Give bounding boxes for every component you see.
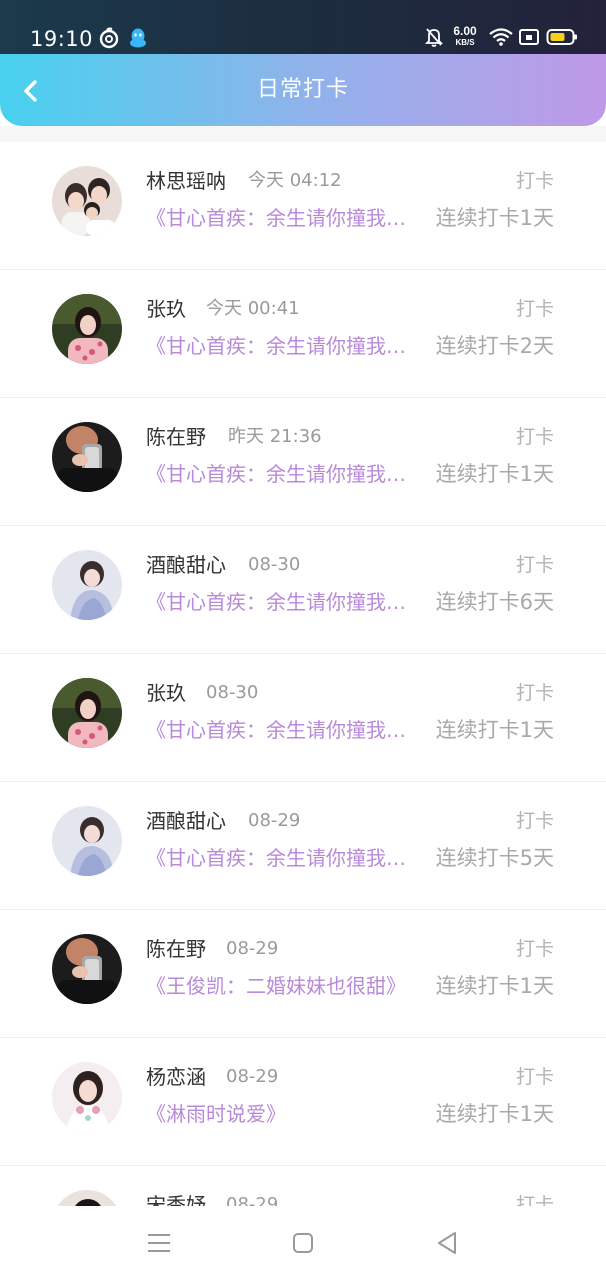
app-screen: 19:10 6.00 KB/S 日常打卡 林思瑶呐 今天 04:12 打卡 《甘…	[0, 0, 606, 1280]
user-name: 陈在野	[146, 937, 206, 961]
user-name: 陈在野	[146, 425, 206, 449]
checkin-time: 08-30	[206, 682, 259, 703]
app-header: 日常打卡	[0, 54, 606, 126]
system-nav-bar	[0, 1206, 606, 1280]
streak-count: 连续打卡5天	[435, 846, 554, 870]
screen-cast-icon	[518, 27, 540, 51]
checkin-list[interactable]: 林思瑶呐 今天 04:12 打卡 《甘心首疾：余生请你撞我… 连续打卡1天 张玖…	[0, 126, 606, 1206]
user-avatar[interactable]	[52, 678, 122, 748]
checkin-row[interactable]: 陈在野 昨天 21:36 打卡 《甘心首疾：余生请你撞我… 连续打卡1天	[0, 398, 606, 526]
user-avatar[interactable]	[52, 294, 122, 364]
checkin-time: 08-30	[248, 554, 301, 575]
home-square-icon[interactable]	[288, 1228, 318, 1258]
book-title[interactable]: 《甘心首疾：余生请你撞我…	[146, 844, 418, 872]
checkin-time: 昨天 21:36	[228, 426, 322, 447]
user-name: 林思瑶呐	[146, 169, 226, 193]
streak-count: 连续打卡1天	[435, 1102, 554, 1126]
checkin-label: 打卡	[515, 298, 554, 320]
book-title[interactable]: 《甘心首疾：余生请你撞我…	[146, 460, 418, 488]
user-name: 杨恋涵	[146, 1065, 206, 1089]
book-title[interactable]: 《甘心首疾：余生请你撞我…	[146, 204, 418, 232]
checkin-row[interactable]: 张玖 今天 00:41 打卡 《甘心首疾：余生请你撞我… 连续打卡2天	[0, 270, 606, 398]
book-title[interactable]: 《淋雨时说爱》	[146, 1100, 418, 1128]
streak-count: 连续打卡1天	[435, 206, 554, 230]
user-avatar[interactable]	[52, 422, 122, 492]
checkin-label: 打卡	[515, 1194, 554, 1206]
checkin-row[interactable]: 酒酿甜心 08-30 打卡 《甘心首疾：余生请你撞我… 连续打卡6天	[0, 526, 606, 654]
user-avatar[interactable]	[52, 806, 122, 876]
checkin-time: 08-29	[226, 938, 279, 959]
user-name: 张玖	[146, 681, 186, 705]
checkin-time: 今天 04:12	[248, 170, 342, 191]
page-title: 日常打卡	[256, 77, 349, 102]
qq-icon	[127, 27, 149, 49]
book-title[interactable]: 《甘心首疾：余生请你撞我…	[146, 332, 418, 360]
user-avatar[interactable]	[52, 934, 122, 1004]
book-title[interactable]: 《甘心首疾：余生请你撞我…	[146, 716, 418, 744]
net-speed-value: 6.00	[453, 24, 477, 38]
book-title[interactable]: 《甘心首疾：余生请你撞我…	[146, 588, 418, 616]
status-time: 19:10	[30, 27, 94, 51]
streak-count: 连续打卡1天	[435, 974, 554, 998]
checkin-label: 打卡	[515, 426, 554, 448]
wifi-icon	[488, 27, 514, 51]
back-triangle-icon[interactable]	[432, 1228, 462, 1258]
checkin-label: 打卡	[515, 810, 554, 832]
checkin-label: 打卡	[515, 170, 554, 192]
checkin-time: 08-29	[226, 1066, 279, 1087]
user-avatar[interactable]	[52, 1190, 122, 1206]
checkin-label: 打卡	[515, 682, 554, 704]
netease-cloud-music-icon	[98, 27, 120, 49]
user-avatar[interactable]	[52, 1062, 122, 1132]
checkin-time: 08-29	[226, 1194, 279, 1206]
checkin-row[interactable]: 宋季妤 08-29 打卡	[0, 1166, 606, 1206]
checkin-time: 08-29	[248, 810, 301, 831]
checkin-label: 打卡	[515, 938, 554, 960]
checkin-row[interactable]: 杨恋涵 08-29 打卡 《淋雨时说爱》 连续打卡1天	[0, 1038, 606, 1166]
streak-count: 连续打卡1天	[435, 718, 554, 742]
streak-count: 连续打卡2天	[435, 334, 554, 358]
list-top-spacer	[0, 126, 606, 142]
net-speed: 6.00 KB/S	[448, 24, 482, 48]
checkin-row[interactable]: 张玖 08-30 打卡 《甘心首疾：余生请你撞我… 连续打卡1天	[0, 654, 606, 782]
user-name: 酒酿甜心	[146, 553, 226, 577]
checkin-row[interactable]: 陈在野 08-29 打卡 《王俊凯：二婚妹妹也很甜》 连续打卡1天	[0, 910, 606, 1038]
menu-icon[interactable]	[144, 1228, 174, 1258]
user-name: 宋季妤	[146, 1193, 206, 1206]
user-avatar[interactable]	[52, 550, 122, 620]
mute-bell-icon	[424, 27, 444, 51]
checkin-row[interactable]: 酒酿甜心 08-29 打卡 《甘心首疾：余生请你撞我… 连续打卡5天	[0, 782, 606, 910]
user-name: 张玖	[146, 297, 186, 321]
checkin-label: 打卡	[515, 1066, 554, 1088]
checkin-row[interactable]: 林思瑶呐 今天 04:12 打卡 《甘心首疾：余生请你撞我… 连续打卡1天	[0, 142, 606, 270]
streak-count: 连续打卡6天	[435, 590, 554, 614]
streak-count: 连续打卡1天	[435, 462, 554, 486]
user-avatar[interactable]	[52, 166, 122, 236]
checkin-label: 打卡	[515, 554, 554, 576]
battery-icon	[546, 27, 578, 51]
book-title[interactable]: 《王俊凯：二婚妹妹也很甜》	[146, 972, 418, 1000]
net-speed-unit: KB/S	[455, 38, 475, 47]
user-name: 酒酿甜心	[146, 809, 226, 833]
checkin-time: 今天 00:41	[206, 298, 300, 319]
